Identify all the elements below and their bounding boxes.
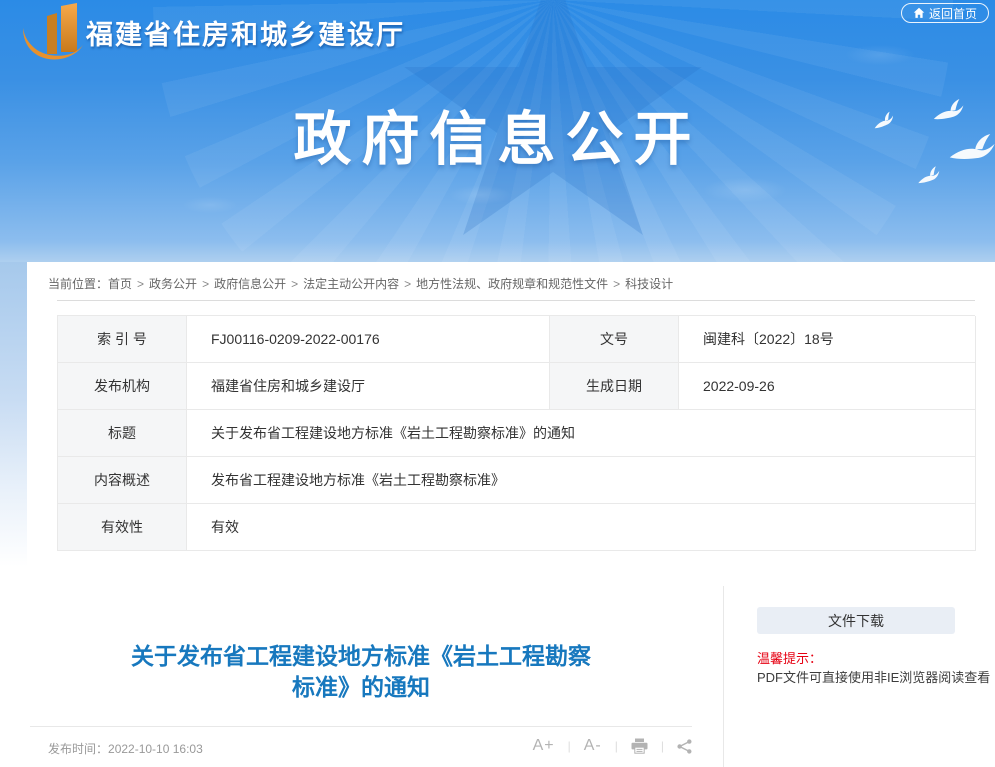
breadcrumb-item-statutory[interactable]: 法定主动公开内容 bbox=[303, 277, 399, 291]
document-info-table: 索 引 号 FJ00116-0209-2022-00176 文号 闽建科〔202… bbox=[57, 315, 975, 551]
toolbar-separator: | bbox=[568, 739, 571, 753]
dove-icon bbox=[933, 98, 965, 124]
article-toolbar: A+ | A- | | bbox=[533, 737, 692, 755]
publish-time-value: 2022-10-10 16:03 bbox=[108, 742, 203, 756]
table-value-doc-number: 闽建科〔2022〕18号 bbox=[679, 316, 976, 363]
home-icon bbox=[913, 7, 925, 19]
table-value-index-number: FJ00116-0209-2022-00176 bbox=[187, 316, 550, 363]
tips-text: PDF文件可直接使用非IE浏览器阅读查看 bbox=[757, 667, 990, 686]
table-label-doc-number: 文号 bbox=[550, 316, 679, 363]
breadcrumb-divider bbox=[57, 300, 975, 301]
share-icon bbox=[677, 739, 692, 754]
breadcrumb: 当前位置：首页 > 政务公开 > 政府信息公开 > 法定主动公开内容 > 地方性法规、政府规章和… bbox=[48, 275, 673, 292]
publish-time-label: 发布时间： bbox=[48, 742, 108, 756]
table-label-validity: 有效性 bbox=[58, 504, 187, 551]
table-label-index-number: 索 引 号 bbox=[58, 316, 187, 363]
breadcrumb-separator: > bbox=[404, 277, 411, 291]
dove-icon bbox=[948, 127, 995, 171]
printer-icon bbox=[631, 738, 648, 754]
table-value-validity: 有效 bbox=[187, 504, 976, 551]
table-label-date: 生成日期 bbox=[550, 363, 679, 410]
return-home-label: 返回首页 bbox=[929, 5, 977, 22]
page: 政府信息公开 福建省住房和城乡建设厅 返回首页 bbox=[0, 0, 995, 767]
tips-label: 温馨提示： bbox=[757, 648, 822, 667]
breadcrumb-item-home[interactable]: 首页 bbox=[108, 277, 132, 291]
breadcrumb-label: 当前位置： bbox=[48, 277, 108, 291]
print-button[interactable] bbox=[631, 738, 648, 754]
share-button[interactable] bbox=[677, 739, 692, 754]
breadcrumb-item-scitech[interactable]: 科技设计 bbox=[625, 277, 673, 291]
table-value-issuer: 福建省住房和城乡建设厅 bbox=[187, 363, 550, 410]
site-logo-link[interactable] bbox=[20, 2, 90, 60]
table-label-summary: 内容概述 bbox=[58, 457, 187, 504]
banner-title: 政府信息公开 bbox=[0, 92, 995, 176]
article-title: 关于发布省工程建设地方标准《岩土工程勘察标准》的通知 bbox=[30, 641, 692, 703]
return-home-button[interactable]: 返回首页 bbox=[901, 3, 989, 23]
sidebar-divider bbox=[723, 586, 724, 767]
flying-doves bbox=[855, 80, 995, 190]
toolbar-separator: | bbox=[615, 739, 618, 753]
toolbar-separator: | bbox=[661, 739, 664, 753]
font-decrease-button[interactable]: A- bbox=[584, 737, 602, 755]
breadcrumb-separator: > bbox=[291, 277, 298, 291]
left-background-strip bbox=[0, 262, 27, 567]
font-increase-button[interactable]: A+ bbox=[533, 737, 555, 755]
table-value-date: 2022-09-26 bbox=[679, 363, 976, 410]
publish-time: 发布时间：2022-10-10 16:03 bbox=[48, 740, 203, 757]
breadcrumb-item-govinfo[interactable]: 政府信息公开 bbox=[214, 277, 286, 291]
breadcrumb-separator: > bbox=[202, 277, 209, 291]
buildings-crescent-logo-icon bbox=[20, 2, 90, 60]
dove-icon bbox=[872, 110, 897, 132]
article-title-text: 关于发布省工程建设地方标准《岩土工程勘察标准》的通知 bbox=[126, 641, 596, 703]
banner: 政府信息公开 福建省住房和城乡建设厅 返回首页 bbox=[0, 0, 995, 262]
breadcrumb-item-govaffairs[interactable]: 政务公开 bbox=[149, 277, 197, 291]
table-value-title: 关于发布省工程建设地方标准《岩土工程勘察标准》的通知 bbox=[187, 410, 976, 457]
table-value-summary: 发布省工程建设地方标准《岩土工程勘察标准》 bbox=[187, 457, 976, 504]
article-divider bbox=[30, 726, 692, 727]
table-label-issuer: 发布机构 bbox=[58, 363, 187, 410]
breadcrumb-separator: > bbox=[613, 277, 620, 291]
file-download-button[interactable]: 文件下载 bbox=[757, 607, 955, 634]
site-title: 福建省住房和城乡建设厅 bbox=[86, 13, 405, 52]
dove-icon bbox=[916, 165, 942, 187]
breadcrumb-separator: > bbox=[137, 277, 144, 291]
breadcrumb-item-regulations[interactable]: 地方性法规、政府规章和规范性文件 bbox=[416, 277, 608, 291]
table-label-title: 标题 bbox=[58, 410, 187, 457]
